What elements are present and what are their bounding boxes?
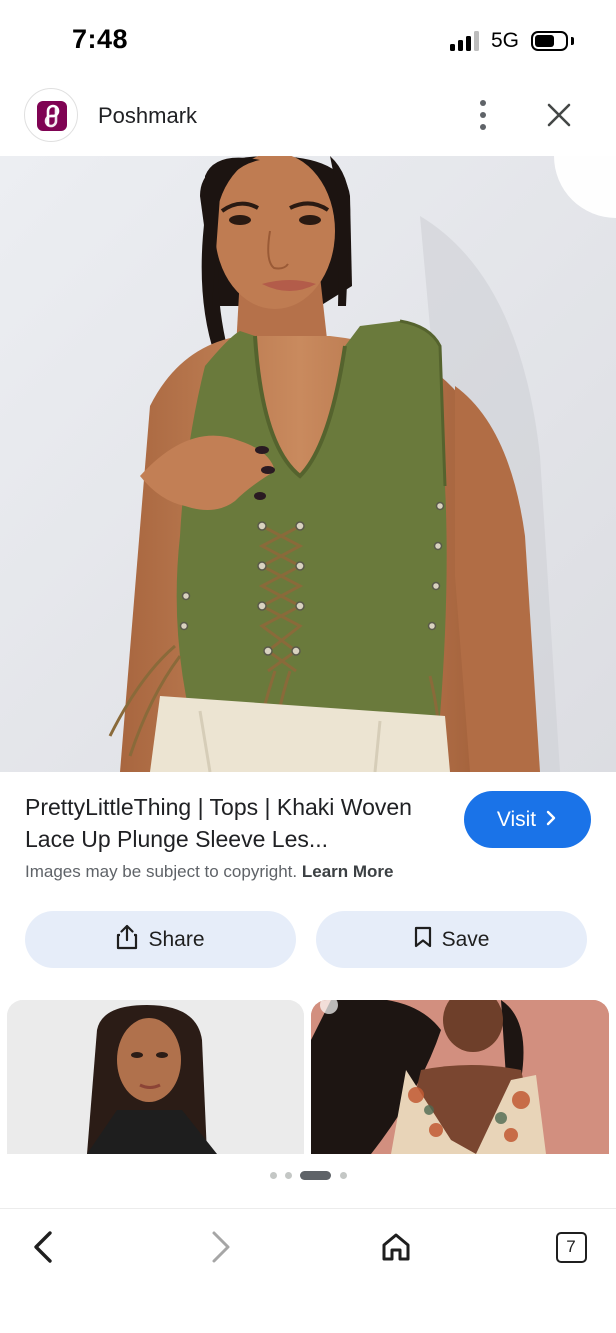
product-image[interactable] <box>0 156 616 772</box>
related-image-1[interactable] <box>7 1000 304 1154</box>
visit-label: Visit <box>496 807 537 831</box>
save-button[interactable]: Save <box>316 911 587 968</box>
close-icon[interactable] <box>540 96 578 134</box>
visit-button[interactable]: Visit <box>464 791 591 848</box>
pagination-dot[interactable] <box>285 1172 292 1179</box>
bookmark-icon <box>414 926 432 954</box>
site-name[interactable]: Poshmark <box>98 103 197 129</box>
status-time: 7:48 <box>72 24 129 54</box>
share-button[interactable]: Share <box>25 911 296 968</box>
home-icon[interactable] <box>372 1223 420 1271</box>
status-bar: 7:48 5G <box>0 0 616 80</box>
related-photo-2 <box>311 1000 609 1154</box>
product-title[interactable]: PrettyLittleThing | Tops | Khaki Woven L… <box>25 791 455 855</box>
copyright-notice: Images may be subject to copyright. Lear… <box>25 862 394 882</box>
source-header: Poshmark <box>0 80 616 156</box>
related-image-2[interactable] <box>311 1000 609 1154</box>
pagination-dot[interactable] <box>270 1172 277 1179</box>
battery-icon <box>531 31 568 51</box>
poshmark-logo-icon <box>37 101 67 131</box>
back-arrow-icon[interactable] <box>20 1223 68 1271</box>
share-icon <box>116 924 138 956</box>
pagination-dot[interactable] <box>340 1172 347 1179</box>
pagination-dots <box>0 1170 616 1180</box>
battery-nub <box>571 37 574 45</box>
kebab-menu-icon[interactable] <box>470 98 498 132</box>
tab-count: 7 <box>555 1231 587 1263</box>
site-logo[interactable] <box>24 88 78 142</box>
bottom-toolbar: 7 <box>0 1208 616 1333</box>
copyright-text: Images may be subject to copyright. <box>25 862 298 881</box>
signal-icon <box>450 31 482 51</box>
chevron-right-icon <box>544 808 558 832</box>
tabs-icon[interactable]: 7 <box>547 1223 595 1271</box>
product-photo-illustration <box>0 156 616 772</box>
related-photo-1 <box>7 1000 304 1154</box>
save-label: Save <box>441 927 490 951</box>
learn-more-link[interactable]: Learn More <box>302 862 394 881</box>
forward-arrow-icon[interactable] <box>196 1223 244 1271</box>
share-label: Share <box>148 927 205 951</box>
network-label: 5G <box>491 29 520 52</box>
pagination-dot-active[interactable] <box>300 1171 331 1180</box>
